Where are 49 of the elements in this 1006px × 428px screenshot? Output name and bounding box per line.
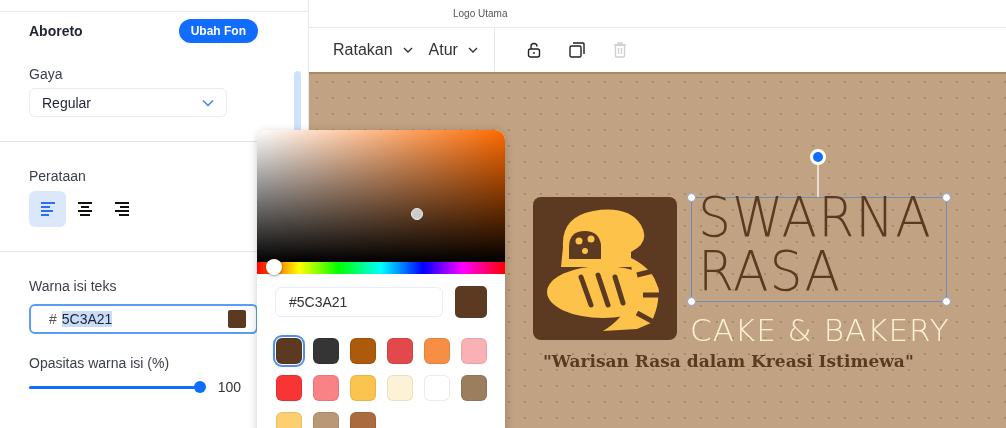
color-swatch[interactable]: [424, 338, 450, 364]
opacity-label: Opasitas warna isi (%): [29, 355, 171, 371]
toolbar-menu[interactable]: Ratakan: [331, 41, 415, 59]
color-swatch[interactable]: [461, 338, 487, 364]
color-handle[interactable]: [411, 208, 423, 220]
fill-color-label: Warna isi teks: [29, 278, 118, 294]
opacity-slider[interactable]: [29, 381, 206, 393]
style-dropdown[interactable]: Regular: [29, 88, 227, 117]
align-right-icon: [114, 202, 129, 216]
color-gradient-area[interactable]: [257, 130, 505, 262]
color-swatch[interactable]: [461, 375, 487, 401]
logo-subtitle: CAKE & BAKERY: [690, 312, 950, 348]
align-left-icon: [40, 202, 55, 216]
opacity-value: 100: [217, 379, 241, 395]
color-swatch[interactable]: [313, 338, 339, 364]
hue-slider[interactable]: [257, 262, 505, 274]
scrollbar[interactable]: [294, 71, 301, 133]
align-center-icon: [77, 202, 92, 216]
lock-icon[interactable]: [526, 42, 541, 58]
color-input-field[interactable]: # 5C3A21: [29, 304, 258, 334]
color-swatch[interactable]: [350, 338, 376, 364]
chevron-down-icon: [202, 98, 214, 107]
resize-handle[interactable]: [942, 297, 951, 306]
style-label: Gaya: [29, 66, 64, 82]
color-swatch[interactable]: [276, 338, 302, 364]
rotate-handle[interactable]: [810, 149, 826, 165]
chevron-down-icon: [467, 47, 478, 53]
font-name: Aboreto: [29, 22, 83, 39]
hex-input-field[interactable]: #5C3A21: [275, 287, 443, 317]
color-swatch[interactable]: [350, 375, 376, 401]
slider-thumb[interactable]: [193, 381, 206, 393]
resize-handle[interactable]: [687, 297, 696, 306]
rotate-handle-line: [817, 162, 819, 197]
color-swatch[interactable]: [387, 375, 413, 401]
resize-handle[interactable]: [942, 193, 951, 202]
hue-thumb[interactable]: [266, 259, 283, 275]
logo-tagline: "Warisan Rasa dalam Kreasi Istimewa": [543, 351, 914, 371]
duplicate-icon[interactable]: [568, 42, 585, 58]
element-name-label: Logo Utama: [453, 8, 508, 19]
color-swatch[interactable]: [276, 375, 302, 401]
color-swatch[interactable]: [313, 375, 339, 401]
toolbar-menu[interactable]: Atur: [426, 41, 480, 59]
alignment-label: Perataan: [29, 168, 87, 184]
chevron-down-icon: [402, 47, 413, 53]
align-left-button[interactable]: [29, 191, 66, 227]
resize-handle[interactable]: [687, 193, 696, 202]
change-font-button[interactable]: Ubah Fon: [178, 18, 258, 43]
color-swatch[interactable]: [387, 338, 413, 364]
color-preview: [455, 286, 487, 318]
